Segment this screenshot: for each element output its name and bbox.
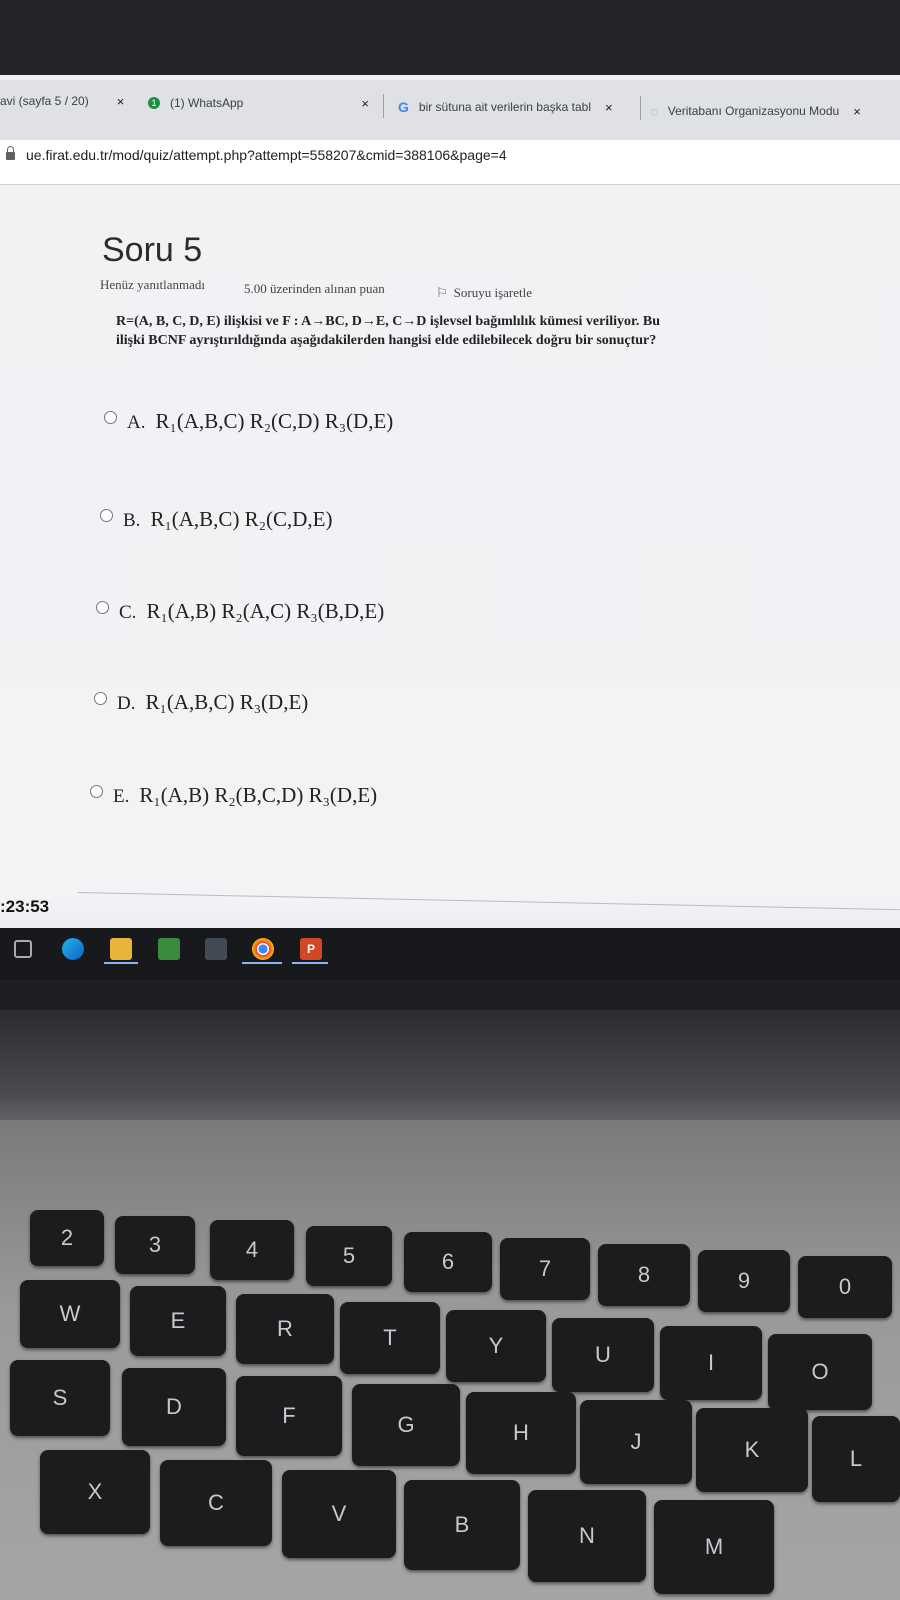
option-text: R₁(A,B) R₂(A,C) R₃(B,D,E) (146, 599, 385, 623)
option-letter: E. (113, 786, 130, 807)
active-indicator (292, 962, 328, 964)
flag-icon: ⚐ (436, 285, 448, 300)
key: B (404, 1480, 520, 1570)
tab-whatsapp[interactable]: 1 (1) WhatsApp × (148, 88, 369, 118)
option-c[interactable]: C. R₁(A,B) R₂(A,C) R₃(B,D,E) (96, 599, 384, 624)
key: 3 (115, 1216, 195, 1274)
radio-button[interactable] (104, 411, 117, 424)
store-icon[interactable] (158, 938, 180, 960)
key: 9 (698, 1250, 790, 1312)
tab-google-search[interactable]: G bir sütuna ait verilerin başka tabl × (398, 92, 613, 122)
close-icon[interactable]: × (117, 94, 125, 109)
key: T (340, 1302, 440, 1374)
option-d[interactable]: D. R₁(A,B,C) R₃(D,E) (94, 690, 308, 715)
chrome-icon[interactable] (252, 938, 274, 960)
file-explorer-icon[interactable] (110, 938, 132, 960)
monitor-top-edge (0, 0, 900, 75)
active-indicator (104, 962, 138, 964)
key: S (10, 1360, 110, 1436)
powerpoint-icon[interactable]: P (300, 938, 322, 960)
key: 7 (500, 1238, 590, 1300)
edge-icon[interactable] (62, 938, 84, 960)
key: O (768, 1334, 872, 1410)
keyboard: 2 3 4 5 6 7 8 9 0 W E R T Y U I O S D F … (0, 1120, 900, 1600)
tab-separator (383, 94, 384, 118)
tab-label: avi (sayfa 5 / 20) (0, 94, 89, 108)
key: M (654, 1500, 774, 1594)
key: D (122, 1368, 226, 1446)
close-icon[interactable]: × (605, 100, 613, 115)
option-e[interactable]: E. R₁(A,B) R₂(B,C,D) R₃(D,E) (90, 783, 377, 808)
loading-icon: ◌ (650, 103, 658, 119)
key: 8 (598, 1244, 690, 1306)
tab-separator (640, 96, 641, 120)
close-icon[interactable]: × (361, 96, 369, 111)
option-letter: D. (117, 693, 136, 714)
key: R (236, 1294, 334, 1364)
address-bar[interactable]: ue.firat.edu.tr/mod/quiz/attempt.php?att… (0, 140, 900, 185)
key: G (352, 1384, 460, 1466)
close-icon[interactable]: × (853, 104, 861, 119)
laptop-bezel (0, 1010, 900, 1130)
countdown-clock: :23:53 (0, 897, 50, 916)
key: E (130, 1286, 226, 1356)
option-text: R₁(A,B,C) R₂(C,D,E) (150, 507, 333, 531)
option-b[interactable]: B. R₁(A,B,C) R₂(C,D,E) (100, 507, 333, 532)
active-indicator (242, 962, 282, 964)
taskbar: P (0, 928, 900, 980)
tab-label: bir sütuna ait verilerin başka tabl (418, 100, 591, 114)
key: L (812, 1416, 900, 1502)
radio-button[interactable] (90, 785, 103, 798)
key: Y (446, 1310, 546, 1382)
key: W (20, 1280, 120, 1348)
key: N (528, 1490, 646, 1582)
question-status: Henüz yanıtlanmadı (100, 277, 206, 292)
app-icon[interactable] (205, 938, 227, 960)
option-text: R₁(A,B,C) R₂(C,D) R₃(D,E) (155, 409, 394, 433)
option-letter: C. (119, 602, 137, 623)
tab-label: (1) WhatsApp (170, 96, 244, 110)
tab-label: Veritabanı Organizasyonu Modu (667, 104, 840, 118)
task-view-icon[interactable] (14, 940, 32, 958)
key: V (282, 1470, 396, 1558)
key: 5 (306, 1226, 392, 1286)
tab-pdf[interactable]: avi (sayfa 5 / 20) × (0, 86, 124, 116)
lock-icon (6, 146, 15, 160)
url-text[interactable]: ue.firat.edu.tr/mod/quiz/attempt.php?att… (26, 147, 507, 163)
key: 2 (30, 1210, 104, 1266)
key: K (696, 1408, 808, 1492)
flag-question-link[interactable]: ⚐ Soruyu işaretle (436, 285, 532, 301)
option-text: R₁(A,B) R₂(B,C,D) R₃(D,E) (139, 783, 378, 807)
question-text: R=(A, B, C, D, E) ilişkisi ve F : A→BC, … (116, 312, 756, 350)
tab-veritabani[interactable]: ◌ Veritabanı Organizasyonu Modu × (650, 96, 861, 126)
question-line: R=(A, B, C, D, E) ilişkisi ve F : A→BC, … (116, 314, 661, 329)
notification-badge-icon: 1 (148, 97, 160, 109)
google-icon: G (398, 99, 409, 115)
radio-button[interactable] (94, 692, 107, 705)
question-line: ilişki BCNF ayrıştırıldığında aşağıdakil… (116, 333, 657, 348)
key: C (160, 1460, 272, 1546)
browser-tabstrip: avi (sayfa 5 / 20) × 1 (1) WhatsApp × G … (0, 80, 900, 140)
question-points: 5.00 üzerinden alınan puan (244, 281, 385, 296)
key: 4 (210, 1220, 294, 1280)
option-letter: A. (127, 412, 146, 433)
option-a[interactable]: A. R₁(A,B,C) R₂(C,D) R₃(D,E) (104, 409, 393, 434)
key: J (580, 1400, 692, 1484)
divider (77, 892, 900, 911)
option-letter: B. (123, 510, 141, 531)
key: I (660, 1326, 762, 1400)
key: H (466, 1392, 576, 1474)
radio-button[interactable] (96, 601, 109, 614)
radio-button[interactable] (100, 509, 113, 522)
option-text: R₁(A,B,C) R₃(D,E) (145, 690, 309, 714)
flag-label: Soruyu işaretle (453, 285, 532, 300)
screen: avi (sayfa 5 / 20) × 1 (1) WhatsApp × G … (0, 0, 900, 1010)
key: F (236, 1376, 342, 1456)
key: X (40, 1450, 150, 1534)
question-title: Soru 5 (102, 231, 203, 269)
key: 6 (404, 1232, 492, 1292)
key: U (552, 1318, 654, 1392)
quiz-page: Soru 5 Henüz yanıtlanmadı 5.00 üzerinden… (0, 185, 900, 915)
key: 0 (798, 1256, 892, 1318)
